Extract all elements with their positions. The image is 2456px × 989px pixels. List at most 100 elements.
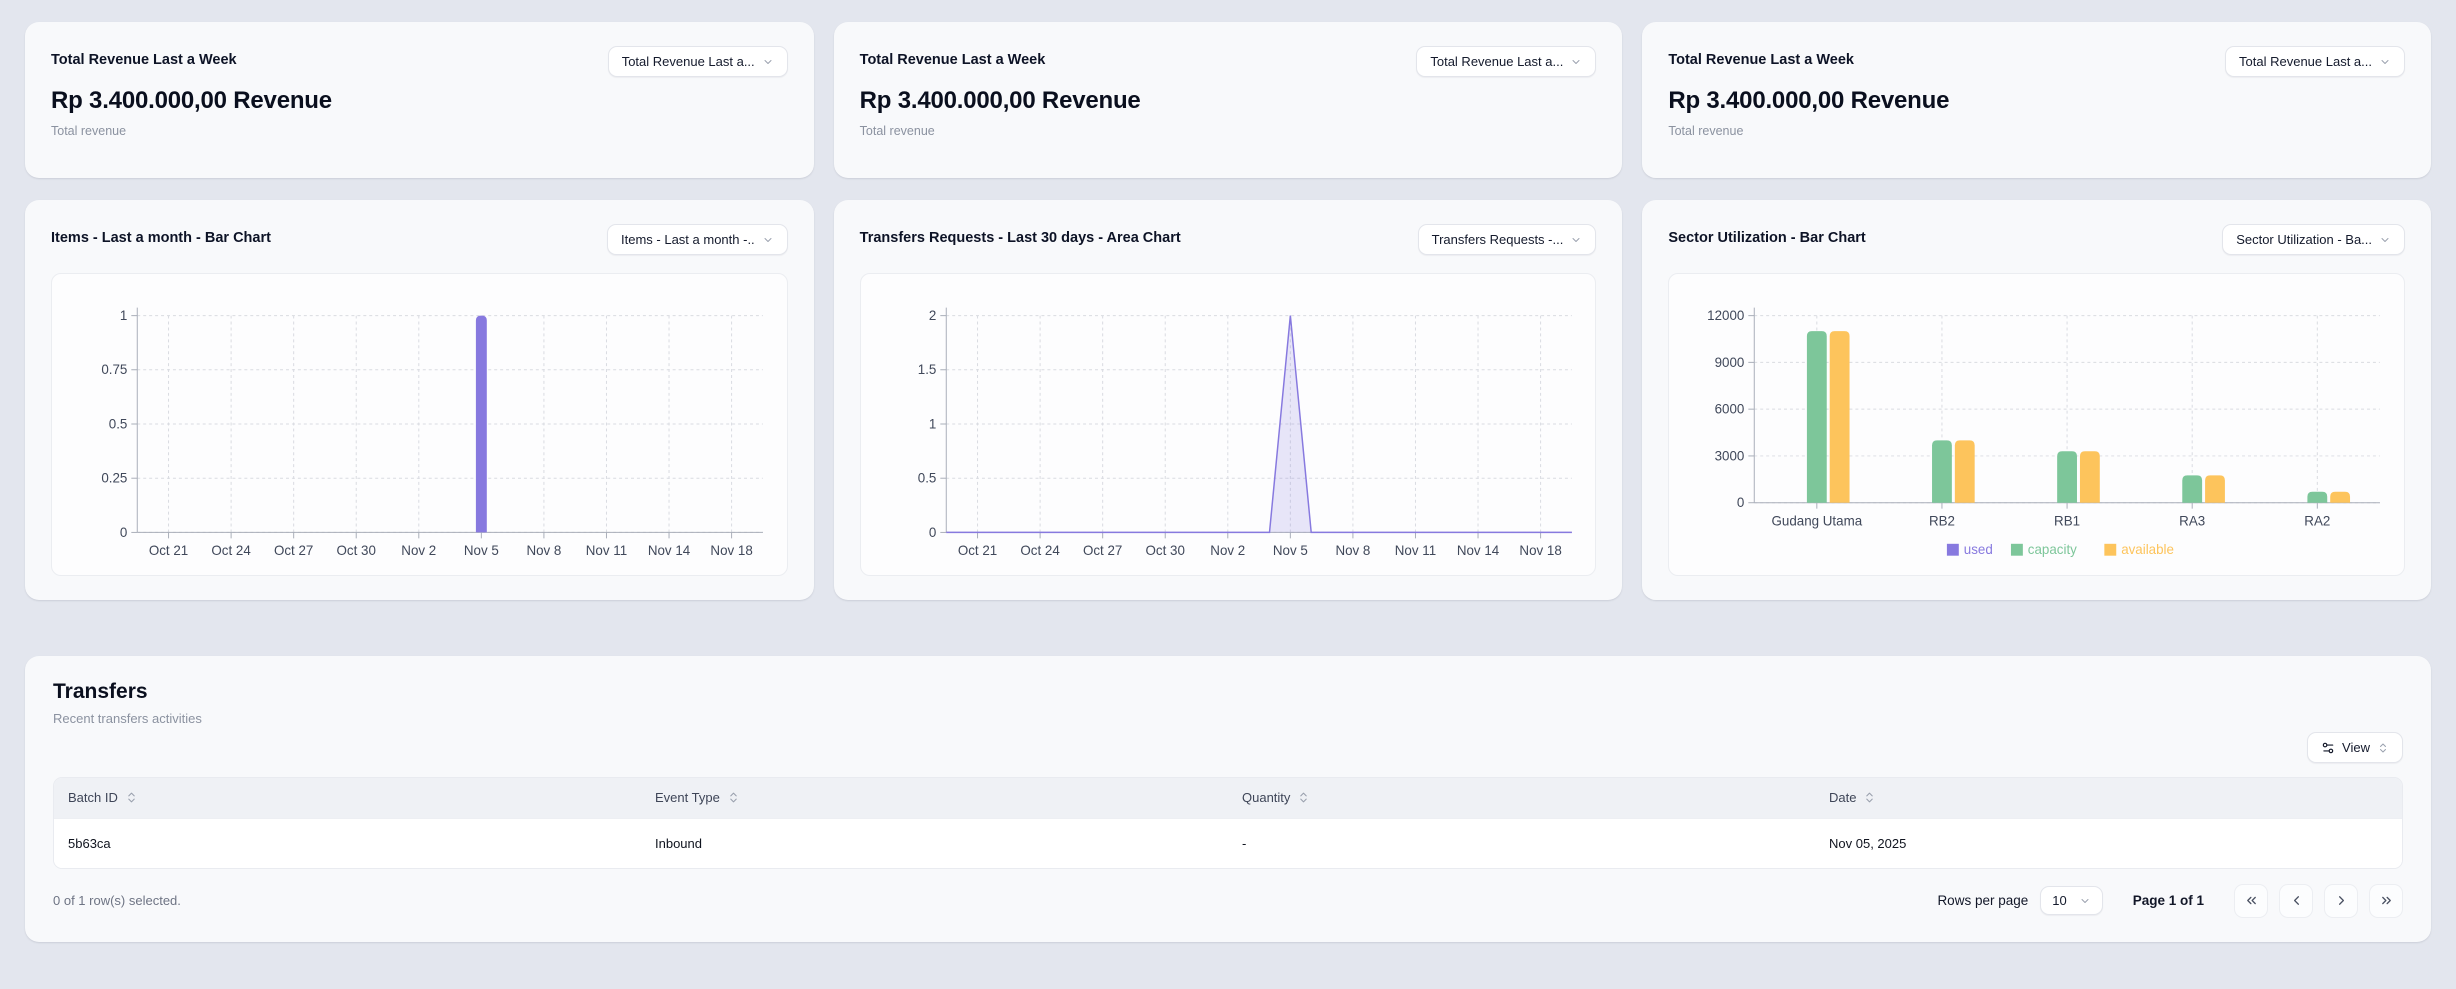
chevron-right-icon — [2334, 893, 2349, 908]
table-row[interactable]: 5b63ca Inbound - Nov 05, 2025 — [54, 818, 2402, 868]
items-bar-chart: 00.250.50.751Oct 21Oct 24Oct 27Oct 30Nov… — [52, 274, 787, 575]
stats-row: Total Revenue Last a Week Total Revenue … — [25, 22, 2431, 178]
stat-card-dropdown[interactable]: Total Revenue Last a... — [608, 46, 788, 77]
bar-available — [1830, 331, 1850, 503]
cell-quantity: - — [1228, 818, 1815, 868]
rows-per-page-select[interactable]: 10 — [2040, 886, 2102, 915]
svg-text:RA2: RA2 — [2305, 514, 2331, 529]
svg-text:0: 0 — [1737, 495, 1744, 510]
sort-icon — [1863, 791, 1876, 804]
svg-text:0.25: 0.25 — [101, 471, 127, 486]
svg-text:0: 0 — [929, 525, 936, 540]
chart-legend: usedcapacityavailable — [1947, 542, 2174, 557]
stat-card-header: Total Revenue Last a Week Total Revenue … — [51, 46, 788, 77]
rows-per-page-value: 10 — [2052, 893, 2066, 908]
bar-available — [2080, 451, 2100, 502]
last-page-button[interactable] — [2369, 884, 2403, 918]
chevron-left-icon — [2289, 893, 2304, 908]
svg-text:Nov 11: Nov 11 — [1394, 543, 1435, 558]
chart-card-title: Items - Last a month - Bar Chart — [51, 224, 271, 246]
next-page-button[interactable] — [2324, 884, 2358, 918]
svg-text:3000: 3000 — [1715, 448, 1745, 463]
stat-value: Rp 3.400.000,00 Revenue — [1668, 87, 2405, 115]
chart-card-dropdown-label: Transfers Requests -... — [1432, 232, 1564, 247]
page-info: Page 1 of 1 — [2133, 893, 2204, 908]
legend-swatch-capacity — [2011, 544, 2023, 556]
svg-text:Nov 18: Nov 18 — [710, 543, 752, 558]
cell-batch-id: 5b63ca — [54, 818, 641, 868]
column-header-date[interactable]: Date — [1815, 778, 2402, 818]
svg-text:12000: 12000 — [1708, 308, 1745, 323]
svg-text:Nov 5: Nov 5 — [464, 543, 499, 558]
chevron-down-icon — [2379, 56, 2391, 68]
rows-per-page: Rows per page 10 — [1937, 886, 2102, 915]
chevron-down-icon — [1570, 56, 1582, 68]
items-bar-chart-panel: 00.250.50.751Oct 21Oct 24Oct 27Oct 30Nov… — [51, 273, 788, 576]
svg-text:Nov 8: Nov 8 — [1335, 543, 1370, 558]
chart-card-header: Transfers Requests - Last 30 days - Area… — [860, 224, 1597, 255]
column-header-event-type[interactable]: Event Type — [641, 778, 1228, 818]
sort-icon — [727, 791, 740, 804]
chevrons-left-icon — [2244, 893, 2259, 908]
stat-card-header: Total Revenue Last a Week Total Revenue … — [860, 46, 1597, 77]
view-button[interactable]: View — [2307, 732, 2403, 763]
bar-available — [1955, 440, 1975, 502]
previous-page-button[interactable] — [2279, 884, 2313, 918]
cell-event-type: Inbound — [641, 818, 1228, 868]
svg-text:Gudang Utama: Gudang Utama — [1772, 514, 1863, 529]
chart-card-header: Items - Last a month - Bar Chart Items -… — [51, 224, 788, 255]
svg-text:Oct 21: Oct 21 — [149, 543, 188, 558]
stat-card-dropdown-label: Total Revenue Last a... — [2239, 54, 2372, 69]
svg-text:1: 1 — [929, 416, 936, 431]
stat-card-dropdown-label: Total Revenue Last a... — [1430, 54, 1563, 69]
stat-card-revenue-2: Total Revenue Last a Week Total Revenue … — [834, 22, 1623, 178]
stat-card-revenue-1: Total Revenue Last a Week Total Revenue … — [25, 22, 814, 178]
svg-text:RB2: RB2 — [1929, 514, 1955, 529]
sort-icon — [1297, 791, 1310, 804]
chevron-down-icon — [762, 234, 774, 246]
chart-card-dropdown[interactable]: Transfers Requests -... — [1418, 224, 1597, 255]
stat-card-dropdown[interactable]: Total Revenue Last a... — [1416, 46, 1596, 77]
chart-card-title: Sector Utilization - Bar Chart — [1668, 224, 1865, 246]
column-header-batch-id[interactable]: Batch ID — [54, 778, 641, 818]
svg-text:0.5: 0.5 — [917, 471, 936, 486]
stat-card-title: Total Revenue Last a Week — [860, 46, 1046, 68]
chevrons-up-down-icon — [2377, 742, 2389, 754]
svg-text:Nov 11: Nov 11 — [586, 543, 627, 558]
svg-text:Oct 27: Oct 27 — [274, 543, 313, 558]
transfers-area-chart: 00.511.52Oct 21Oct 24Oct 27Oct 30Nov 2No… — [861, 274, 1596, 575]
stat-subtitle: Total revenue — [1668, 124, 2405, 138]
svg-text:Nov 14: Nov 14 — [1457, 543, 1500, 558]
stat-value: Rp 3.400.000,00 Revenue — [51, 87, 788, 115]
legend-label-available: available — [2122, 542, 2175, 557]
chart-card-dropdown-label: Sector Utilization - Ba... — [2236, 232, 2372, 247]
first-page-button[interactable] — [2234, 884, 2268, 918]
chart-card-dropdown[interactable]: Items - Last a month -.. — [607, 224, 788, 255]
table-toolbar: View — [53, 732, 2403, 763]
svg-text:Nov 14: Nov 14 — [648, 543, 691, 558]
svg-text:RA3: RA3 — [2180, 514, 2206, 529]
sector-utilization-bar-chart: 030006000900012000Gudang UtamaRB2RB1RA3R… — [1669, 274, 2404, 575]
rows-per-page-label: Rows per page — [1937, 893, 2028, 908]
column-header-quantity[interactable]: Quantity — [1228, 778, 1815, 818]
svg-text:Oct 30: Oct 30 — [1145, 543, 1184, 558]
sector-utilization-chart-panel: 030006000900012000Gudang UtamaRB2RB1RA3R… — [1668, 273, 2405, 576]
stat-card-dropdown[interactable]: Total Revenue Last a... — [2225, 46, 2405, 77]
view-button-label: View — [2342, 740, 2370, 755]
transfers-subtitle: Recent transfers activities — [53, 711, 2403, 726]
svg-text:0: 0 — [120, 525, 127, 540]
bar-capacity — [2183, 475, 2203, 502]
svg-text:1.5: 1.5 — [917, 362, 936, 377]
svg-text:Nov 8: Nov 8 — [526, 543, 561, 558]
sort-icon — [125, 791, 138, 804]
legend-label-capacity: capacity — [2028, 542, 2077, 557]
transfers-table-card: Transfers Recent transfers activities Vi… — [25, 656, 2431, 942]
chart-card-header: Sector Utilization - Bar Chart Sector Ut… — [1668, 224, 2405, 255]
cell-date: Nov 05, 2025 — [1815, 818, 2402, 868]
legend-swatch-available — [2105, 544, 2117, 556]
chart-card-dropdown[interactable]: Sector Utilization - Ba... — [2222, 224, 2405, 255]
bar-items — [476, 316, 487, 533]
bar-capacity — [1932, 440, 1952, 502]
column-label: Batch ID — [68, 790, 118, 805]
svg-text:Oct 24: Oct 24 — [1020, 543, 1060, 558]
